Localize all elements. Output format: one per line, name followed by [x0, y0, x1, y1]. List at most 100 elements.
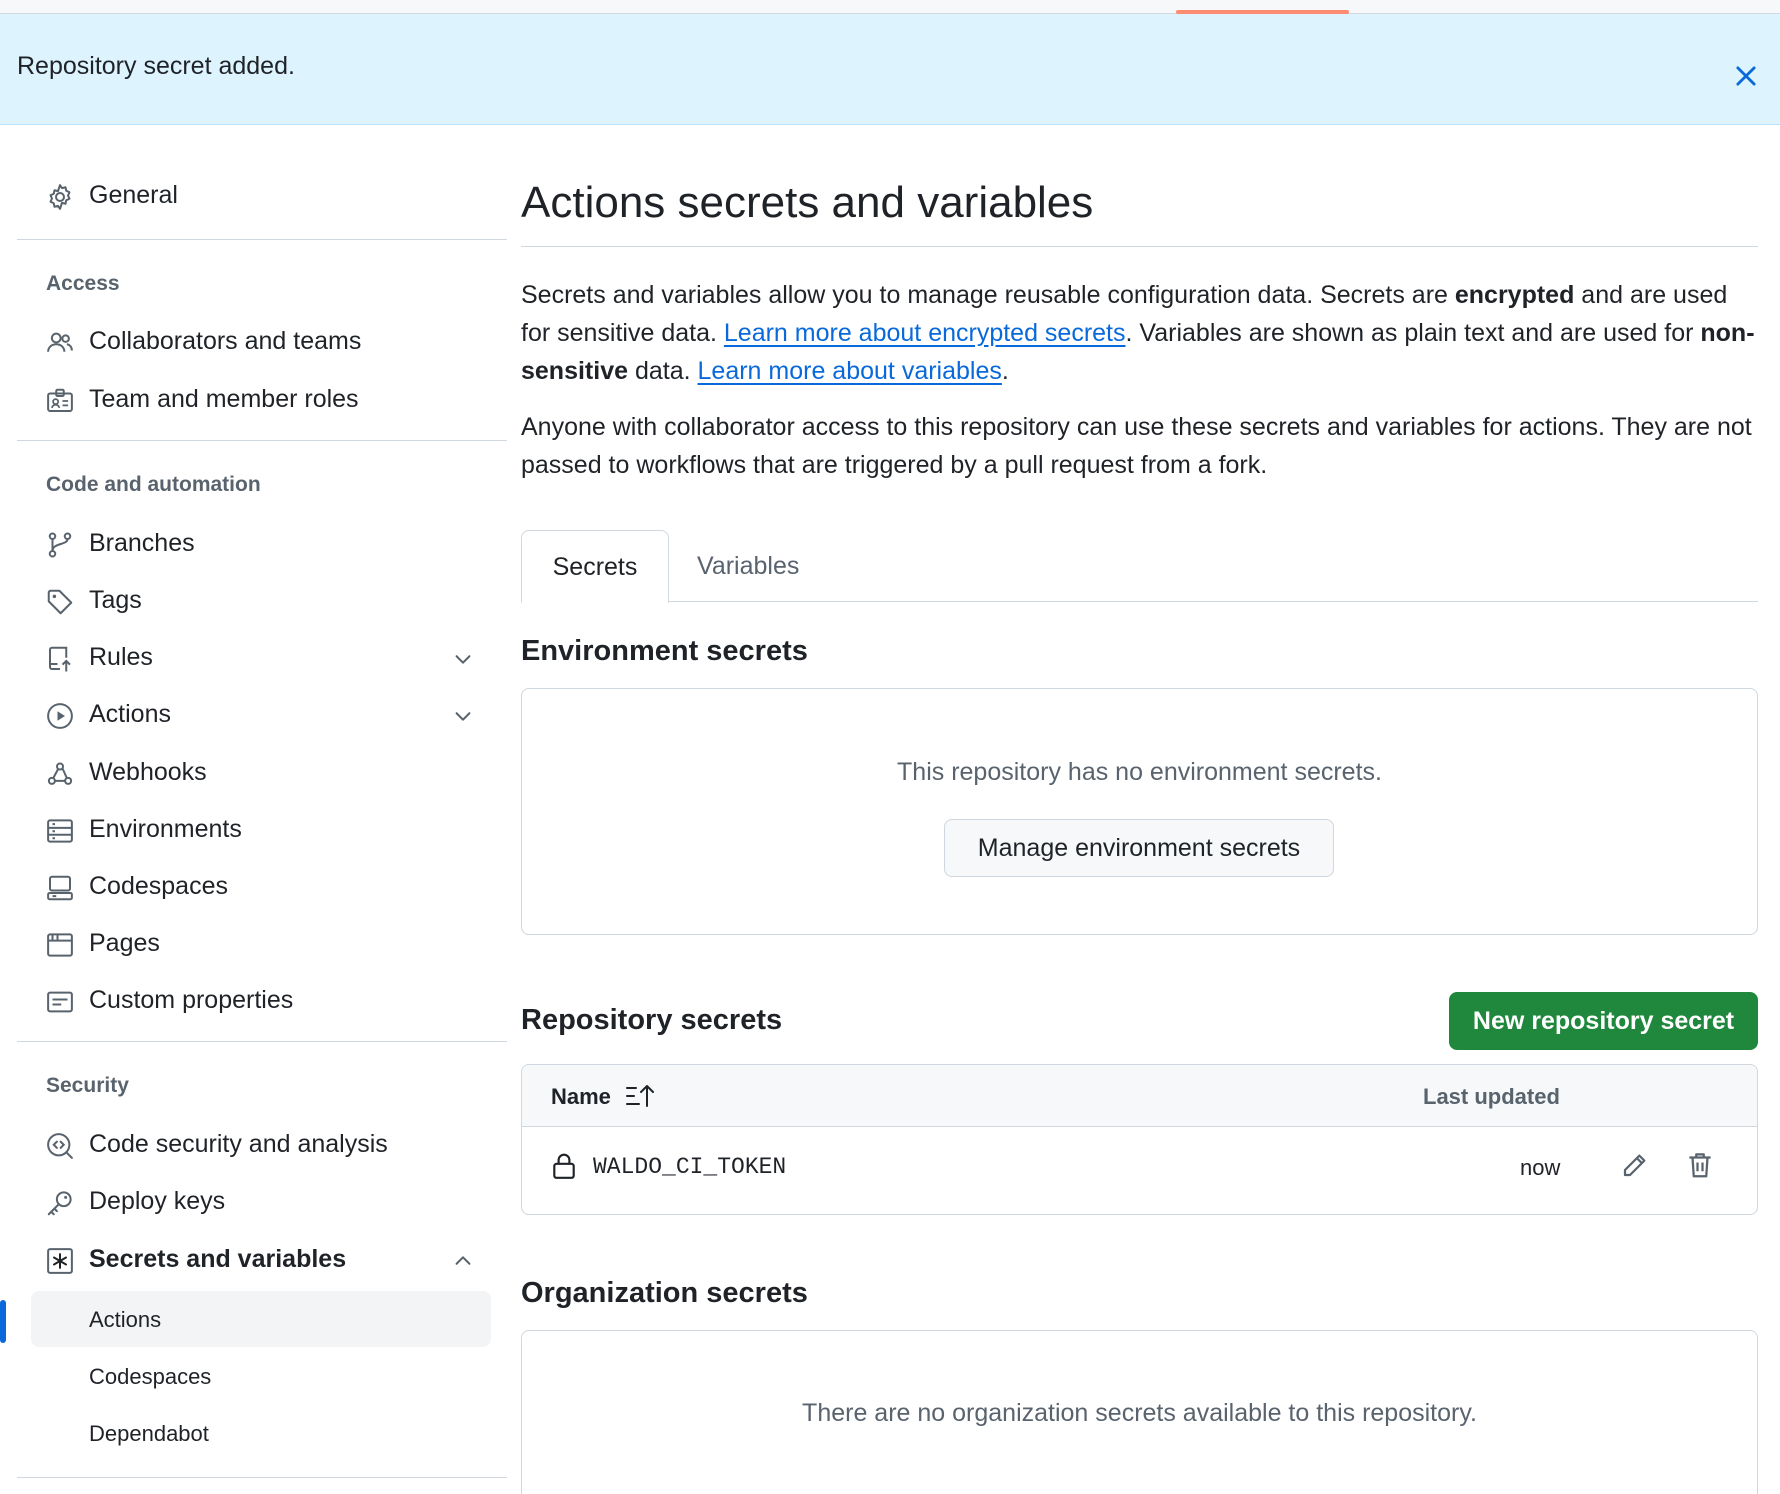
sidebar-subitem-label: Actions: [89, 1307, 162, 1332]
intro-text: data.: [628, 357, 698, 385]
sidebar-item-label: Actions: [89, 699, 171, 728]
tab-variables[interactable]: Variables: [697, 530, 799, 602]
sidebar-item-label: Codespaces: [89, 871, 228, 900]
sidebar-group-code-automation: Code and automation: [46, 473, 261, 496]
sidebar-item-deploy-keys[interactable]: Deploy keys: [17, 1176, 507, 1226]
organization-secrets-empty: There are no organization secrets availa…: [802, 1399, 1477, 1427]
table-row: WALDO_CI_TOKEN now: [522, 1128, 1757, 1202]
sidebar-group-security: Security: [46, 1074, 129, 1097]
sidebar-divider: [17, 1477, 507, 1478]
environment-secrets-title: Environment secrets: [521, 635, 808, 667]
sidebar-item-label: Code security and analysis: [89, 1129, 388, 1158]
manage-environment-secrets-button[interactable]: Manage environment secrets: [944, 819, 1334, 877]
sidebar-item-webhooks[interactable]: Webhooks: [17, 747, 507, 797]
id-badge-icon: [47, 388, 73, 412]
sidebar-divider: [17, 440, 507, 441]
browser-icon: [47, 933, 73, 957]
intro-paragraph: Secrets and variables allow you to manag…: [521, 276, 1758, 390]
sidebar-group-access: Access: [46, 272, 120, 295]
x-icon[interactable]: [1732, 62, 1760, 90]
codespaces-icon: [47, 875, 73, 901]
sidebar-subitem-actions[interactable]: Actions: [31, 1291, 491, 1347]
chevron-down-icon[interactable]: [452, 705, 474, 727]
column-last-updated: Last updated: [1423, 1084, 1560, 1109]
table-header: Name Last updated: [522, 1065, 1757, 1127]
repository-secrets-table: Name Last updated WALDO_CI_TOKEN now: [521, 1064, 1758, 1215]
tab-secrets[interactable]: Secrets: [521, 530, 669, 603]
sidebar-subitem-codespaces[interactable]: Codespaces: [31, 1348, 491, 1404]
trash-icon[interactable]: [1685, 1150, 1715, 1180]
sidebar-item-actions[interactable]: Actions: [17, 689, 507, 739]
sidebar-item-label: Environments: [89, 814, 242, 843]
intro-text: . Variables are shown as plain text and …: [1125, 319, 1701, 347]
webhook-icon: [47, 762, 73, 785]
top-bar: [0, 0, 1780, 14]
environment-secrets-box: This repository has no environment secre…: [521, 688, 1758, 935]
pencil-icon[interactable]: [1620, 1150, 1650, 1180]
sidebar-item-code-security[interactable]: Code security and analysis: [17, 1119, 507, 1169]
key-icon: [47, 1191, 72, 1216]
repo-push-icon: [49, 646, 71, 672]
tab-bar: Secrets Variables: [521, 530, 1758, 603]
page-title: Actions secrets and variables: [521, 178, 1094, 227]
sidebar-item-custom-properties[interactable]: Custom properties: [17, 975, 507, 1025]
sidebar-item-label: Tags: [89, 585, 142, 614]
new-repository-secret-button[interactable]: New repository secret: [1449, 992, 1758, 1050]
organization-secrets-box: There are no organization secrets availa…: [521, 1330, 1758, 1494]
intro-emphasis: encrypted: [1454, 281, 1575, 309]
sidebar-item-label: General: [89, 180, 178, 209]
sidebar-item-environments[interactable]: Environments: [17, 804, 507, 854]
sidebar-subitem-label: Codespaces: [89, 1364, 212, 1389]
chevron-up-icon[interactable]: [452, 1250, 474, 1272]
environment-secrets-empty: This repository has no environment secre…: [897, 758, 1382, 786]
title-divider: [521, 246, 1758, 247]
collaborator-notice: Anyone with collaborator access to this …: [521, 413, 1752, 479]
sidebar-item-label: Rules: [89, 642, 153, 671]
sidebar-item-label: Secrets and variables: [89, 1244, 347, 1273]
link-encrypted-secrets[interactable]: Learn more about encrypted secrets: [724, 319, 1126, 347]
people-icon: [47, 332, 73, 352]
chevron-down-icon[interactable]: [452, 648, 474, 670]
secret-name: WALDO_CI_TOKEN: [593, 1154, 787, 1180]
git-branch-icon: [48, 532, 72, 558]
intro-text: Secrets and variables allow you to manag…: [521, 281, 1455, 309]
lock-icon: [553, 1153, 575, 1179]
codescan-icon: [47, 1133, 73, 1159]
sidebar-item-label: Deploy keys: [89, 1186, 226, 1215]
sidebar-item-label: Branches: [89, 528, 195, 557]
play-icon: [47, 703, 73, 729]
sidebar-item-tags[interactable]: Tags: [17, 575, 507, 625]
column-name: Name: [551, 1084, 611, 1109]
sidebar-item-secrets-variables[interactable]: Secrets and variables: [17, 1234, 507, 1284]
sidebar-subitem-dependabot[interactable]: Dependabot: [31, 1405, 491, 1461]
sidebar-item-label: Pages: [89, 928, 160, 957]
active-nav-indicator: [0, 1300, 6, 1343]
sidebar-item-general[interactable]: General: [17, 170, 507, 220]
repository-secrets-title: Repository secrets: [521, 1004, 783, 1036]
sidebar-item-label: Team and member roles: [89, 384, 359, 413]
asterisk-box-icon: [47, 1248, 73, 1274]
sidebar-item-label: Webhooks: [89, 757, 207, 786]
sidebar-divider: [17, 239, 507, 240]
sidebar-item-pages[interactable]: Pages: [17, 918, 507, 968]
secret-last-updated: now: [1520, 1155, 1561, 1180]
sidebar-subitem-label: Dependabot: [89, 1421, 209, 1446]
sidebar-item-label: Collaborators and teams: [89, 326, 362, 355]
sidebar-item-codespaces[interactable]: Codespaces: [17, 861, 507, 911]
sort-asc-icon[interactable]: [625, 1083, 655, 1109]
gear-icon: [49, 184, 71, 210]
sidebar-divider: [17, 1041, 507, 1042]
note-icon: [47, 991, 73, 1013]
sidebar-item-team-roles[interactable]: Team and member roles: [17, 374, 507, 424]
server-icon: [47, 819, 73, 843]
sidebar-item-branches[interactable]: Branches: [17, 518, 507, 568]
flash-banner: Repository secret added.: [0, 14, 1780, 125]
sidebar-item-rules[interactable]: Rules: [17, 632, 507, 682]
tag-icon: [47, 589, 73, 615]
sidebar-item-label: Custom properties: [89, 985, 294, 1014]
sidebar-item-collaborators[interactable]: Collaborators and teams: [17, 316, 507, 366]
link-variables[interactable]: Learn more about variables: [698, 357, 1002, 385]
intro-text: .: [1001, 357, 1009, 385]
flash-message: Repository secret added.: [17, 52, 295, 80]
organization-secrets-title: Organization secrets: [521, 1277, 808, 1309]
